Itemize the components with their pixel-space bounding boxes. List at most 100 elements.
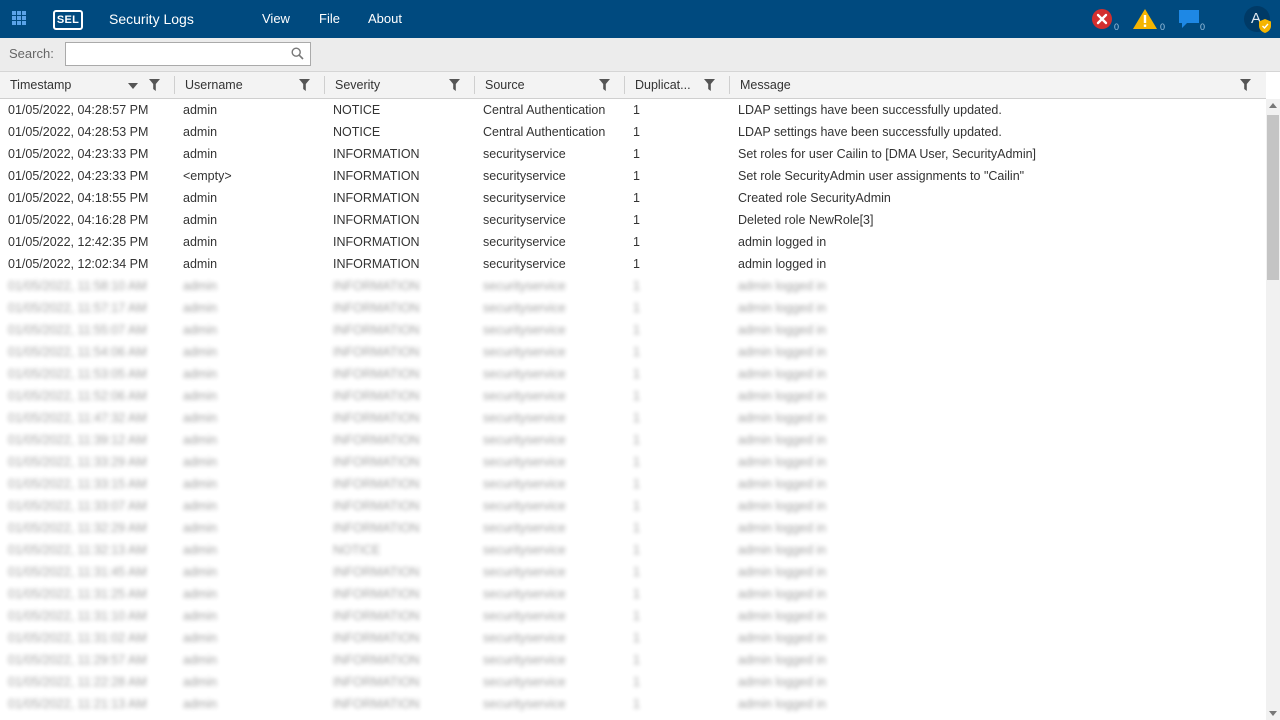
column-header-timestamp[interactable]: Timestamp bbox=[5, 72, 173, 98]
cell-timestamp: 01/05/2022, 11:32:13 AM bbox=[8, 543, 147, 557]
table-row[interactable]: 01/05/2022, 11:47:32 AM admin INFORMATION s… bbox=[0, 407, 1266, 429]
cell-severity: INFORMATION bbox=[333, 477, 420, 491]
error-icon[interactable] bbox=[1091, 8, 1113, 30]
cell-username: admin bbox=[183, 521, 218, 535]
vertical-scrollbar[interactable] bbox=[1266, 99, 1280, 720]
column-divider[interactable] bbox=[624, 76, 625, 94]
cell-message: admin logged in bbox=[738, 257, 827, 271]
search-icon[interactable] bbox=[291, 47, 304, 60]
cell-severity: INFORMATION bbox=[333, 213, 420, 227]
table-row[interactable]: 01/05/2022, 04:23:33 PM <empty> INFORMATIO… bbox=[0, 165, 1266, 187]
cell-username: admin bbox=[183, 257, 218, 271]
table-row[interactable]: 01/05/2022, 11:32:13 AM admin NOTICE securi… bbox=[0, 539, 1266, 561]
cell-username: admin bbox=[183, 433, 218, 447]
cell-severity: INFORMATION bbox=[333, 433, 420, 447]
table-row[interactable]: 01/05/2022, 04:28:53 PM admin NOTICE Centra… bbox=[0, 121, 1266, 143]
cell-source: securityservice bbox=[483, 147, 566, 161]
column-header-severity[interactable]: Severity bbox=[330, 72, 473, 98]
scroll-down-arrow-icon[interactable] bbox=[1269, 711, 1277, 716]
cell-severity: INFORMATION bbox=[333, 257, 420, 271]
cell-message: admin logged in bbox=[738, 587, 827, 601]
warning-icon[interactable] bbox=[1132, 8, 1158, 30]
cell-source: securityservice bbox=[483, 169, 566, 183]
menu-view[interactable]: View bbox=[262, 11, 290, 26]
table-row[interactable]: 01/05/2022, 11:31:10 AM admin INFORMATION s… bbox=[0, 605, 1266, 627]
cell-severity: INFORMATION bbox=[333, 279, 420, 293]
table-row[interactable]: 01/05/2022, 11:29:57 AM admin INFORMATION s… bbox=[0, 649, 1266, 671]
cell-username: admin bbox=[183, 235, 218, 249]
table-row[interactable]: 01/05/2022, 12:02:34 PM admin INFORMATION s… bbox=[0, 253, 1266, 275]
filter-icon[interactable] bbox=[704, 79, 715, 91]
table-row[interactable]: 01/05/2022, 11:33:15 AM admin INFORMATION s… bbox=[0, 473, 1266, 495]
cell-message: admin logged in bbox=[738, 631, 827, 645]
filter-icon[interactable] bbox=[1240, 79, 1251, 91]
column-divider[interactable] bbox=[474, 76, 475, 94]
app-grid-icon[interactable] bbox=[12, 11, 27, 26]
table-row[interactable]: 01/05/2022, 11:21:13 AM admin INFORMATION s… bbox=[0, 693, 1266, 715]
filter-icon[interactable] bbox=[299, 79, 310, 91]
table-row[interactable]: 01/05/2022, 11:33:07 AM admin INFORMATION s… bbox=[0, 495, 1266, 517]
column-divider[interactable] bbox=[174, 76, 175, 94]
table-row[interactable]: 01/05/2022, 11:52:06 AM admin INFORMATION s… bbox=[0, 385, 1266, 407]
search-input[interactable] bbox=[70, 43, 288, 65]
table-row[interactable]: 01/05/2022, 11:33:29 AM admin INFORMATION s… bbox=[0, 451, 1266, 473]
message-icon[interactable] bbox=[1178, 8, 1200, 30]
table-row[interactable]: 01/05/2022, 04:16:28 PM admin INFORMATION s… bbox=[0, 209, 1266, 231]
table-row[interactable]: 01/05/2022, 04:18:55 PM admin INFORMATION s… bbox=[0, 187, 1266, 209]
cell-source: securityservice bbox=[483, 675, 566, 689]
cell-timestamp: 01/05/2022, 11:33:29 AM bbox=[8, 455, 147, 469]
error-count: 0 bbox=[1114, 22, 1120, 32]
scroll-up-arrow-icon[interactable] bbox=[1269, 103, 1277, 108]
cell-severity: INFORMATION bbox=[333, 631, 420, 645]
table-row[interactable]: 01/05/2022, 11:31:02 AM admin INFORMATION s… bbox=[0, 627, 1266, 649]
column-header-source[interactable]: Source bbox=[480, 72, 623, 98]
cell-timestamp: 01/05/2022, 11:31:10 AM bbox=[8, 609, 147, 623]
table-row[interactable]: 01/05/2022, 12:42:35 PM admin INFORMATION s… bbox=[0, 231, 1266, 253]
table-row[interactable]: 01/05/2022, 11:31:45 AM admin INFORMATION s… bbox=[0, 561, 1266, 583]
filter-icon[interactable] bbox=[149, 79, 160, 91]
table-row[interactable]: 01/05/2022, 04:23:33 PM admin INFORMATION s… bbox=[0, 143, 1266, 165]
cell-severity: INFORMATION bbox=[333, 609, 420, 623]
table-row[interactable]: 01/05/2022, 11:57:17 AM admin INFORMATION s… bbox=[0, 297, 1266, 319]
cell-username: admin bbox=[183, 631, 218, 645]
cell-username: admin bbox=[183, 675, 218, 689]
table-row[interactable]: 01/05/2022, 11:58:10 AM admin INFORMATION s… bbox=[0, 275, 1266, 297]
table-row[interactable]: 01/05/2022, 11:31:25 AM admin INFORMATION s… bbox=[0, 583, 1266, 605]
table-row[interactable]: 01/05/2022, 11:53:05 AM admin INFORMATION s… bbox=[0, 363, 1266, 385]
table-row[interactable]: 01/05/2022, 11:54:06 AM admin INFORMATION s… bbox=[0, 341, 1266, 363]
cell-timestamp: 01/05/2022, 04:28:57 PM bbox=[8, 103, 149, 117]
cell-severity: INFORMATION bbox=[333, 455, 420, 469]
user-avatar[interactable]: A bbox=[1244, 6, 1271, 33]
column-divider[interactable] bbox=[324, 76, 325, 94]
cell-duplicates: 1 bbox=[633, 323, 640, 337]
search-box[interactable] bbox=[65, 42, 311, 66]
table-row[interactable]: 01/05/2022, 04:28:57 PM admin NOTICE Centra… bbox=[0, 99, 1266, 121]
cell-duplicates: 1 bbox=[633, 257, 640, 271]
table-row[interactable]: 01/05/2022, 11:22:28 AM admin INFORMATION s… bbox=[0, 671, 1266, 693]
column-header-duplicates[interactable]: Duplicat... bbox=[630, 72, 728, 98]
cell-message: Deleted role NewRole[3] bbox=[738, 213, 874, 227]
filter-icon[interactable] bbox=[599, 79, 610, 91]
scrollbar-thumb[interactable] bbox=[1267, 115, 1279, 280]
menu-file[interactable]: File bbox=[319, 11, 340, 26]
cell-duplicates: 1 bbox=[633, 609, 640, 623]
column-header-username[interactable]: Username bbox=[180, 72, 323, 98]
cell-source: securityservice bbox=[483, 411, 566, 425]
menu-about[interactable]: About bbox=[368, 11, 402, 26]
cell-timestamp: 01/05/2022, 11:57:17 AM bbox=[8, 301, 147, 315]
table-row[interactable]: 01/05/2022, 11:32:29 AM admin INFORMATION s… bbox=[0, 517, 1266, 539]
cell-severity: INFORMATION bbox=[333, 323, 420, 337]
cell-severity: NOTICE bbox=[333, 103, 381, 117]
table-row[interactable]: 01/05/2022, 11:39:12 AM admin INFORMATION s… bbox=[0, 429, 1266, 451]
cell-severity: INFORMATION bbox=[333, 235, 420, 249]
top-bar: SEL Security Logs View File About 0 0 0 … bbox=[0, 0, 1280, 38]
table-row[interactable]: 01/05/2022, 11:55:07 AM admin INFORMATION s… bbox=[0, 319, 1266, 341]
column-label: Source bbox=[485, 78, 525, 92]
filter-icon[interactable] bbox=[449, 79, 460, 91]
cell-username: admin bbox=[183, 301, 218, 315]
column-header-message[interactable]: Message bbox=[735, 72, 1265, 98]
cell-timestamp: 01/05/2022, 11:58:10 AM bbox=[8, 279, 147, 293]
column-divider[interactable] bbox=[729, 76, 730, 94]
cell-username: admin bbox=[183, 477, 218, 491]
sort-descending-icon[interactable] bbox=[128, 83, 138, 89]
